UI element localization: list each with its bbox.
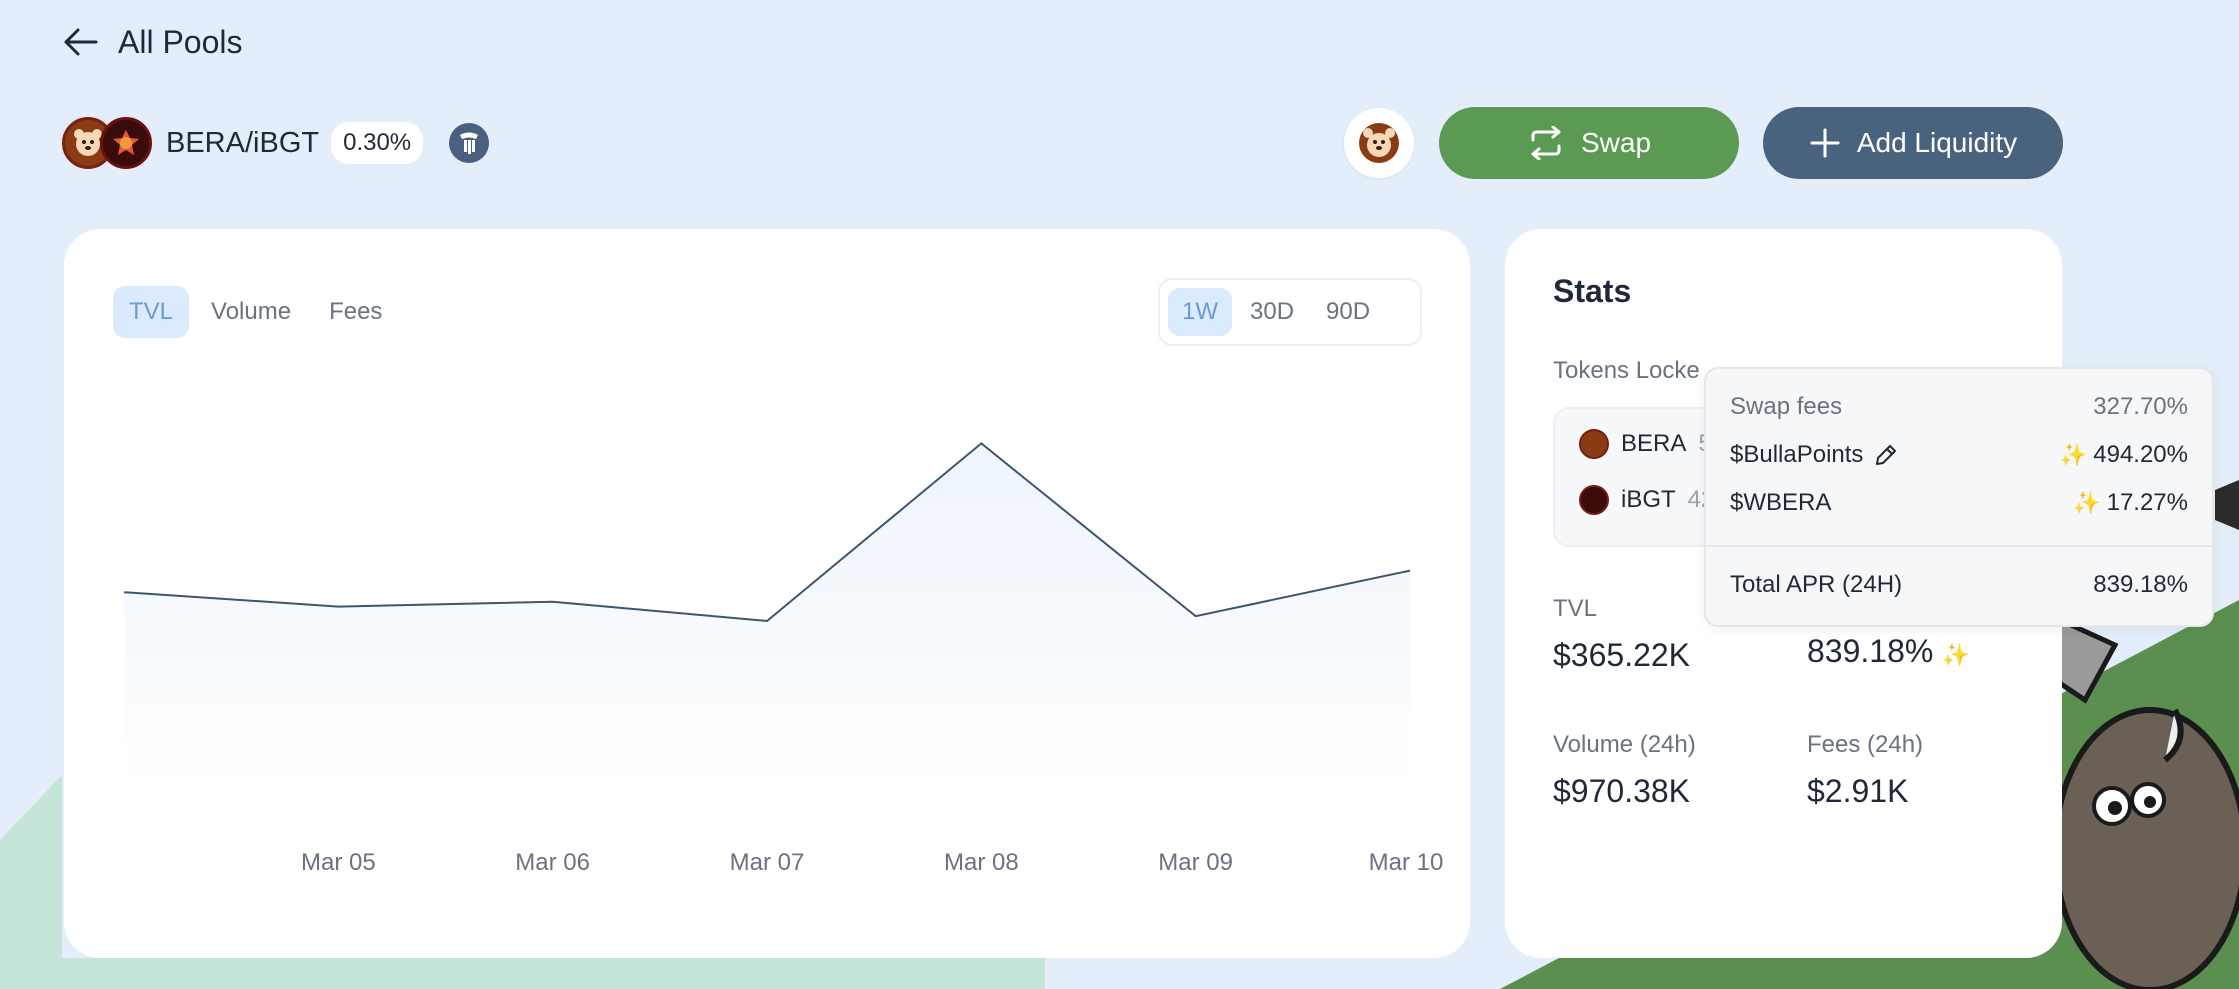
locked-token-row: BERA 5	[1579, 429, 1712, 459]
tvl-label: TVL	[1553, 595, 1598, 622]
stats-title: Stats	[1553, 273, 1632, 309]
pool-name: BERA/iBGT	[166, 126, 320, 159]
swap-button-label: Swap	[1580, 127, 1652, 158]
bullapoints-label: $BullaPoints	[1730, 441, 1864, 468]
tooltip-row-swap-fees: Swap fees 327.70%	[1730, 393, 2188, 421]
apr-breakdown-tooltip: Swap fees 327.70% $BullaPoints ✨ 494.20% …	[1704, 367, 2214, 627]
swap-icon	[1531, 126, 1561, 160]
plus-icon	[1810, 128, 1840, 158]
x-axis-labels: Mar 05 Mar 06 Mar 07 Mar 08 Mar 09 Mar 10	[64, 849, 1470, 889]
tvl-chart	[123, 442, 1411, 789]
bullapoints-value: 494.20%	[2093, 441, 2188, 468]
pencil-icon[interactable]	[1873, 442, 1899, 468]
x-tick-label: Mar 09	[1158, 849, 1234, 876]
tooltip-divider	[1706, 545, 2212, 547]
ibgt-token-icon	[1579, 485, 1609, 515]
volume-label: Volume (24h)	[1553, 731, 1696, 758]
token-pair-icons	[62, 114, 154, 172]
token-symbol: iBGT	[1621, 486, 1676, 513]
volume-stat: Volume (24h) $970.38K	[1553, 731, 1696, 810]
pool-header: BERA/iBGT 0.30%	[62, 114, 490, 172]
sparkle-icon: ✨	[1942, 642, 1970, 667]
apr-value: 839.18%	[1807, 633, 1934, 669]
volume-value: $970.38K	[1553, 773, 1691, 809]
tooltip-row-wbera: $WBERA ✨ 17.27%	[1730, 489, 2188, 517]
arrow-left-icon	[64, 28, 98, 56]
wbera-label: $WBERA	[1730, 489, 1832, 516]
apr-stat[interactable]: 839.18% ✨	[1807, 633, 1976, 670]
swap-fees-value: 327.70%	[2093, 393, 2188, 420]
tooltip-row-bullapoints: $BullaPoints ✨ 494.20%	[1730, 441, 2188, 469]
x-tick-label: Mar 07	[729, 849, 805, 876]
fee-badge: 0.30%	[331, 122, 424, 164]
back-link-label: All Pools	[118, 23, 243, 60]
x-tick-label: Mar 08	[943, 849, 1019, 876]
bear-icon	[1359, 123, 1399, 163]
bear-avatar-button[interactable]	[1344, 108, 1414, 178]
bullapoints-value-group: ✨ 494.20%	[2060, 441, 2188, 469]
fees-value: $2.91K	[1807, 773, 1909, 809]
x-tick-label: Mar 05	[300, 849, 376, 876]
total-apr-label: Total APR (24H)	[1730, 571, 1903, 598]
bull-mascot-icon	[2036, 616, 2239, 989]
protocol-icon[interactable]	[449, 123, 490, 163]
tvl-stat: TVL $365.22K	[1553, 595, 1690, 674]
fees-stat: Fees (24h) $2.91K	[1807, 731, 1923, 810]
chart-area-fill	[124, 443, 1410, 789]
add-liquidity-label: Add Liquidity	[1856, 127, 2018, 158]
tokens-locked-label: Tokens Locke	[1553, 357, 1700, 384]
bera-token-icon	[1579, 429, 1609, 459]
apr-stat-value: 839.18% ✨	[1807, 633, 1976, 670]
token-symbol: BERA	[1621, 430, 1687, 457]
add-liquidity-button[interactable]: Add Liquidity	[1763, 107, 2063, 179]
total-apr-value: 839.18%	[2093, 571, 2188, 598]
tvl-value: $365.22K	[1553, 637, 1691, 673]
sparkle-icon: ✨	[2059, 442, 2088, 467]
sparkle-icon: ✨	[2073, 490, 2101, 515]
swap-fees-label: Swap fees	[1730, 393, 1843, 420]
chart-card: TVL Volume Fees 1W 30D 90D Mar 05 Mar 06 M…	[64, 229, 1470, 958]
back-to-all-pools-link[interactable]: All Pools	[62, 20, 243, 64]
locked-token-row: iBGT 42	[1579, 485, 1714, 515]
bullapoints-label-group: $BullaPoints	[1730, 441, 1899, 469]
tooltip-row-total: Total APR (24H) 839.18%	[1730, 571, 2188, 599]
x-tick-label: Mar 10	[1368, 849, 1444, 876]
chart-series-line	[123, 442, 1411, 623]
wbera-value: 17.27%	[2106, 489, 2188, 516]
ibgt-token-icon	[100, 117, 152, 169]
swap-button[interactable]: Swap	[1439, 107, 1739, 179]
fees-label: Fees (24h)	[1807, 731, 1924, 758]
wbera-value-group: ✨ 17.27%	[2073, 489, 2188, 517]
x-tick-label: Mar 06	[515, 849, 591, 876]
